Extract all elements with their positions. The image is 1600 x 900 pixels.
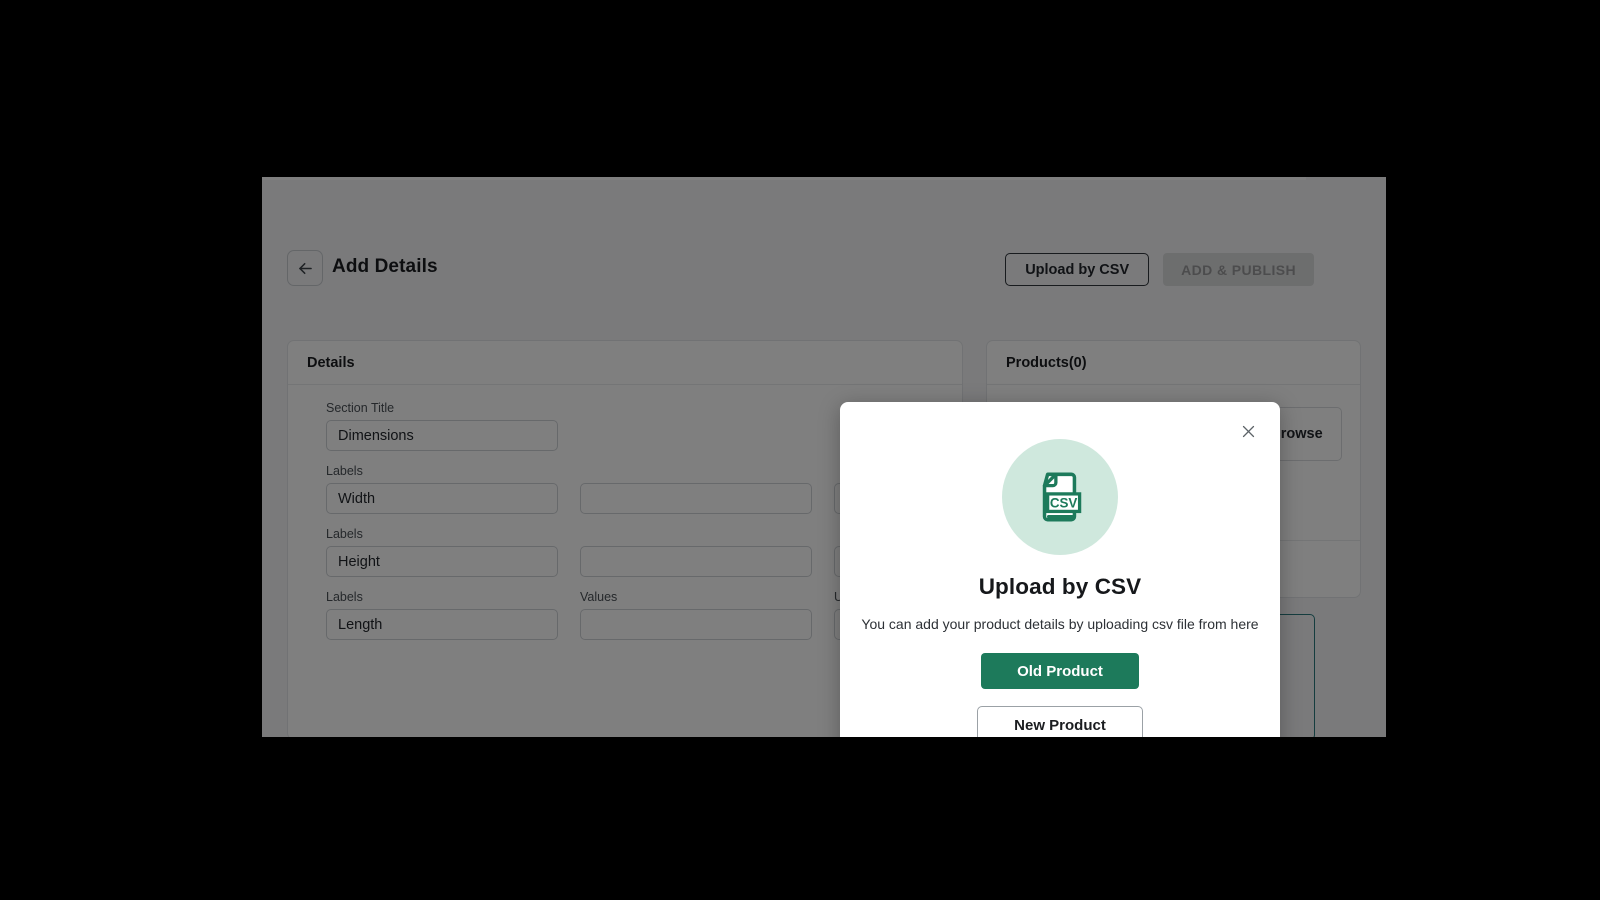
app-window: Add Details Upload by CSV ADD & PUBLISH … bbox=[262, 177, 1386, 737]
svg-text:CSV: CSV bbox=[1050, 496, 1078, 511]
close-icon[interactable] bbox=[1235, 418, 1261, 444]
new-product-button[interactable]: New Product bbox=[977, 706, 1143, 737]
modal-subtitle: You can add your product details by uplo… bbox=[861, 616, 1259, 632]
csv-file-icon: CSV bbox=[1002, 439, 1118, 555]
modal-body: CSV Upload by CSV You can add your produ… bbox=[840, 402, 1280, 737]
old-product-button[interactable]: Old Product bbox=[981, 653, 1139, 689]
modal-title: Upload by CSV bbox=[978, 574, 1142, 599]
upload-by-csv-modal: CSV Upload by CSV You can add your produ… bbox=[840, 402, 1280, 737]
